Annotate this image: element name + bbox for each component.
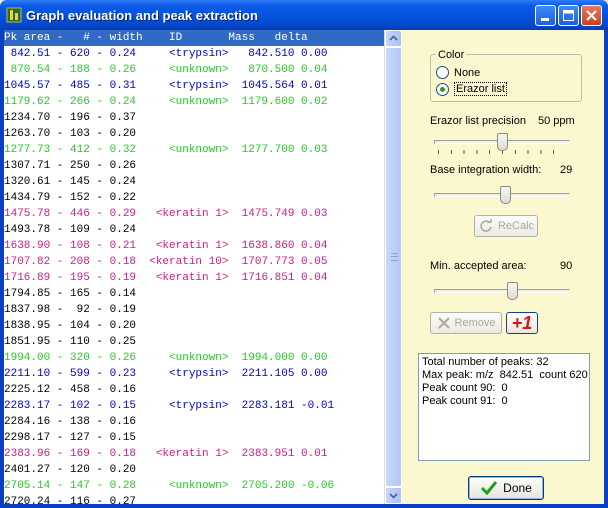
scroll-down-button[interactable] bbox=[385, 487, 402, 504]
arrow-down-icon bbox=[389, 493, 398, 499]
peak-row[interactable]: 1234.70 - 196 - 0.37 bbox=[4, 110, 384, 126]
peak-row[interactable]: 1838.95 - 104 - 0.20 bbox=[4, 318, 384, 334]
peak-row[interactable]: 2298.17 - 127 - 0.15 bbox=[4, 430, 384, 446]
stat-max-peak: Max peak: m/z 842.51 count 620 bbox=[422, 369, 588, 381]
precision-slider[interactable] bbox=[434, 133, 570, 154]
peak-row[interactable]: 1638.90 - 108 - 0.21 <keratin 1> 1638.86… bbox=[4, 238, 384, 254]
remove-label: Remove bbox=[454, 317, 496, 329]
x-icon bbox=[437, 317, 450, 329]
peak-list-header[interactable]: Pk area - # - width ID Mass delta bbox=[4, 30, 384, 46]
radio-erazor-label: Erazor list bbox=[454, 82, 507, 96]
maximize-icon bbox=[563, 10, 574, 21]
peak-row[interactable]: 1475.78 - 446 - 0.29 <keratin 1> 1475.74… bbox=[4, 206, 384, 222]
peak-row[interactable]: 1837.98 - 92 - 0.19 bbox=[4, 302, 384, 318]
peak-row[interactable]: 2401.27 - 120 - 0.20 bbox=[4, 462, 384, 478]
peak-extraction-window: Graph evaluation and peak extraction Pk … bbox=[0, 0, 608, 508]
remove-button[interactable]: Remove bbox=[430, 312, 502, 334]
precision-slider-thumb[interactable] bbox=[497, 133, 508, 151]
peak-list[interactable]: Pk area - # - width ID Mass delta 842.51… bbox=[4, 30, 402, 504]
peak-row[interactable]: 1716.89 - 195 - 0.19 <keratin 1> 1716.85… bbox=[4, 270, 384, 286]
recalc-label: ReCalc bbox=[497, 220, 535, 232]
window-title: Graph evaluation and peak extraction bbox=[26, 8, 258, 23]
min-area-slider[interactable] bbox=[434, 282, 570, 302]
peak-row[interactable]: 842.51 - 620 - 0.24 <trypsin> 842.510 0.… bbox=[4, 46, 384, 62]
peak-row[interactable]: 1794.85 - 165 - 0.14 bbox=[4, 286, 384, 302]
min-area-slider-thumb[interactable] bbox=[507, 282, 518, 300]
stat-peak-count-91: Peak count 91: 0 bbox=[422, 395, 508, 407]
peak-list-scrollbar[interactable] bbox=[384, 30, 402, 504]
color-group-label: Color bbox=[436, 49, 467, 61]
peak-row[interactable]: 1707.82 - 208 - 0.18 <keratin 10> 1707.7… bbox=[4, 254, 384, 270]
peak-row[interactable]: 2284.16 - 138 - 0.16 bbox=[4, 414, 384, 430]
app-icon[interactable] bbox=[6, 7, 22, 23]
precision-value: 50 ppm bbox=[538, 115, 575, 127]
client-area: Pk area - # - width ID Mass delta 842.51… bbox=[4, 30, 604, 504]
base-width-slider-thumb[interactable] bbox=[500, 186, 511, 204]
close-button[interactable] bbox=[581, 5, 602, 26]
checkmark-icon bbox=[481, 481, 498, 496]
min-area-label: Min. accepted area: bbox=[430, 260, 527, 272]
stat-total-peaks: Total number of peaks: 32 bbox=[422, 356, 549, 368]
peak-row[interactable]: 2283.17 - 102 - 0.15 <trypsin> 2283.181 … bbox=[4, 398, 384, 414]
peak-row[interactable]: 2383.96 - 169 - 0.18 <keratin 1> 2383.95… bbox=[4, 446, 384, 462]
peak-row[interactable]: 2705.14 - 147 - 0.28 <unknown> 2705.200 … bbox=[4, 478, 384, 494]
peak-row[interactable]: 1994.00 - 320 - 0.26 <unknown> 1994.000 … bbox=[4, 350, 384, 366]
minimize-button[interactable] bbox=[535, 5, 556, 26]
statistics-box[interactable]: Total number of peaks: 32 Max peak: m/z … bbox=[418, 353, 590, 461]
plus-one-label: +1 bbox=[511, 313, 533, 333]
base-width-value: 29 bbox=[560, 164, 573, 176]
scroll-up-button[interactable] bbox=[385, 30, 402, 47]
radio-erazor-button[interactable] bbox=[436, 82, 449, 96]
min-area-value: 90 bbox=[560, 260, 573, 272]
scroll-thumb[interactable] bbox=[385, 47, 402, 487]
refresh-icon bbox=[480, 219, 492, 232]
precision-label: Erazor list precision bbox=[430, 115, 526, 127]
grip-icon bbox=[391, 253, 398, 261]
peak-row[interactable]: 1307.71 - 250 - 0.26 bbox=[4, 158, 384, 174]
arrow-up-icon bbox=[389, 35, 398, 41]
radio-erazor-list[interactable]: Erazor list bbox=[436, 82, 507, 96]
title-bar[interactable]: Graph evaluation and peak extraction bbox=[0, 0, 608, 30]
radio-none-button[interactable] bbox=[436, 66, 449, 79]
done-button[interactable]: Done bbox=[468, 476, 544, 500]
peak-rows: 842.51 - 620 - 0.24 <trypsin> 842.510 0.… bbox=[4, 46, 384, 504]
peak-row[interactable]: 870.54 - 188 - 0.26 <unknown> 870.500 0.… bbox=[4, 62, 384, 78]
radio-none[interactable]: None bbox=[436, 66, 480, 79]
close-icon bbox=[586, 10, 597, 21]
done-label: Done bbox=[503, 481, 532, 495]
peak-row[interactable]: 1493.78 - 109 - 0.24 bbox=[4, 222, 384, 238]
peak-row[interactable]: 1263.70 - 103 - 0.20 bbox=[4, 126, 384, 142]
peak-row[interactable]: 1179.62 - 266 - 0.24 <unknown> 1179.600 … bbox=[4, 94, 384, 110]
peak-row[interactable]: 2225.12 - 458 - 0.16 bbox=[4, 382, 384, 398]
peak-row[interactable]: 1434.79 - 152 - 0.22 bbox=[4, 190, 384, 206]
peak-row[interactable]: 2211.10 - 599 - 0.23 <trypsin> 2211.105 … bbox=[4, 366, 384, 382]
base-width-slider[interactable] bbox=[434, 186, 570, 206]
slider-track bbox=[434, 289, 570, 293]
base-width-label: Base integration width: bbox=[430, 164, 542, 176]
settings-panel: Color None Erazor list Erazor list preci… bbox=[402, 30, 604, 504]
maximize-button[interactable] bbox=[558, 5, 579, 26]
peak-row[interactable]: 1851.95 - 110 - 0.25 bbox=[4, 334, 384, 350]
plus-one-button[interactable]: +1 bbox=[506, 312, 538, 334]
peak-row[interactable]: 1045.57 - 485 - 0.31 <trypsin> 1045.564 … bbox=[4, 78, 384, 94]
peak-row[interactable]: 1277.73 - 412 - 0.32 <unknown> 1277.700 … bbox=[4, 142, 384, 158]
stat-peak-count-90: Peak count 90: 0 bbox=[422, 382, 508, 394]
peak-row[interactable]: 2720.24 - 116 - 0.27 bbox=[4, 494, 384, 504]
peak-row[interactable]: 1320.61 - 145 - 0.24 bbox=[4, 174, 384, 190]
recalc-button[interactable]: ReCalc bbox=[474, 215, 538, 237]
minimize-icon bbox=[541, 18, 549, 21]
radio-none-label: None bbox=[454, 66, 481, 79]
